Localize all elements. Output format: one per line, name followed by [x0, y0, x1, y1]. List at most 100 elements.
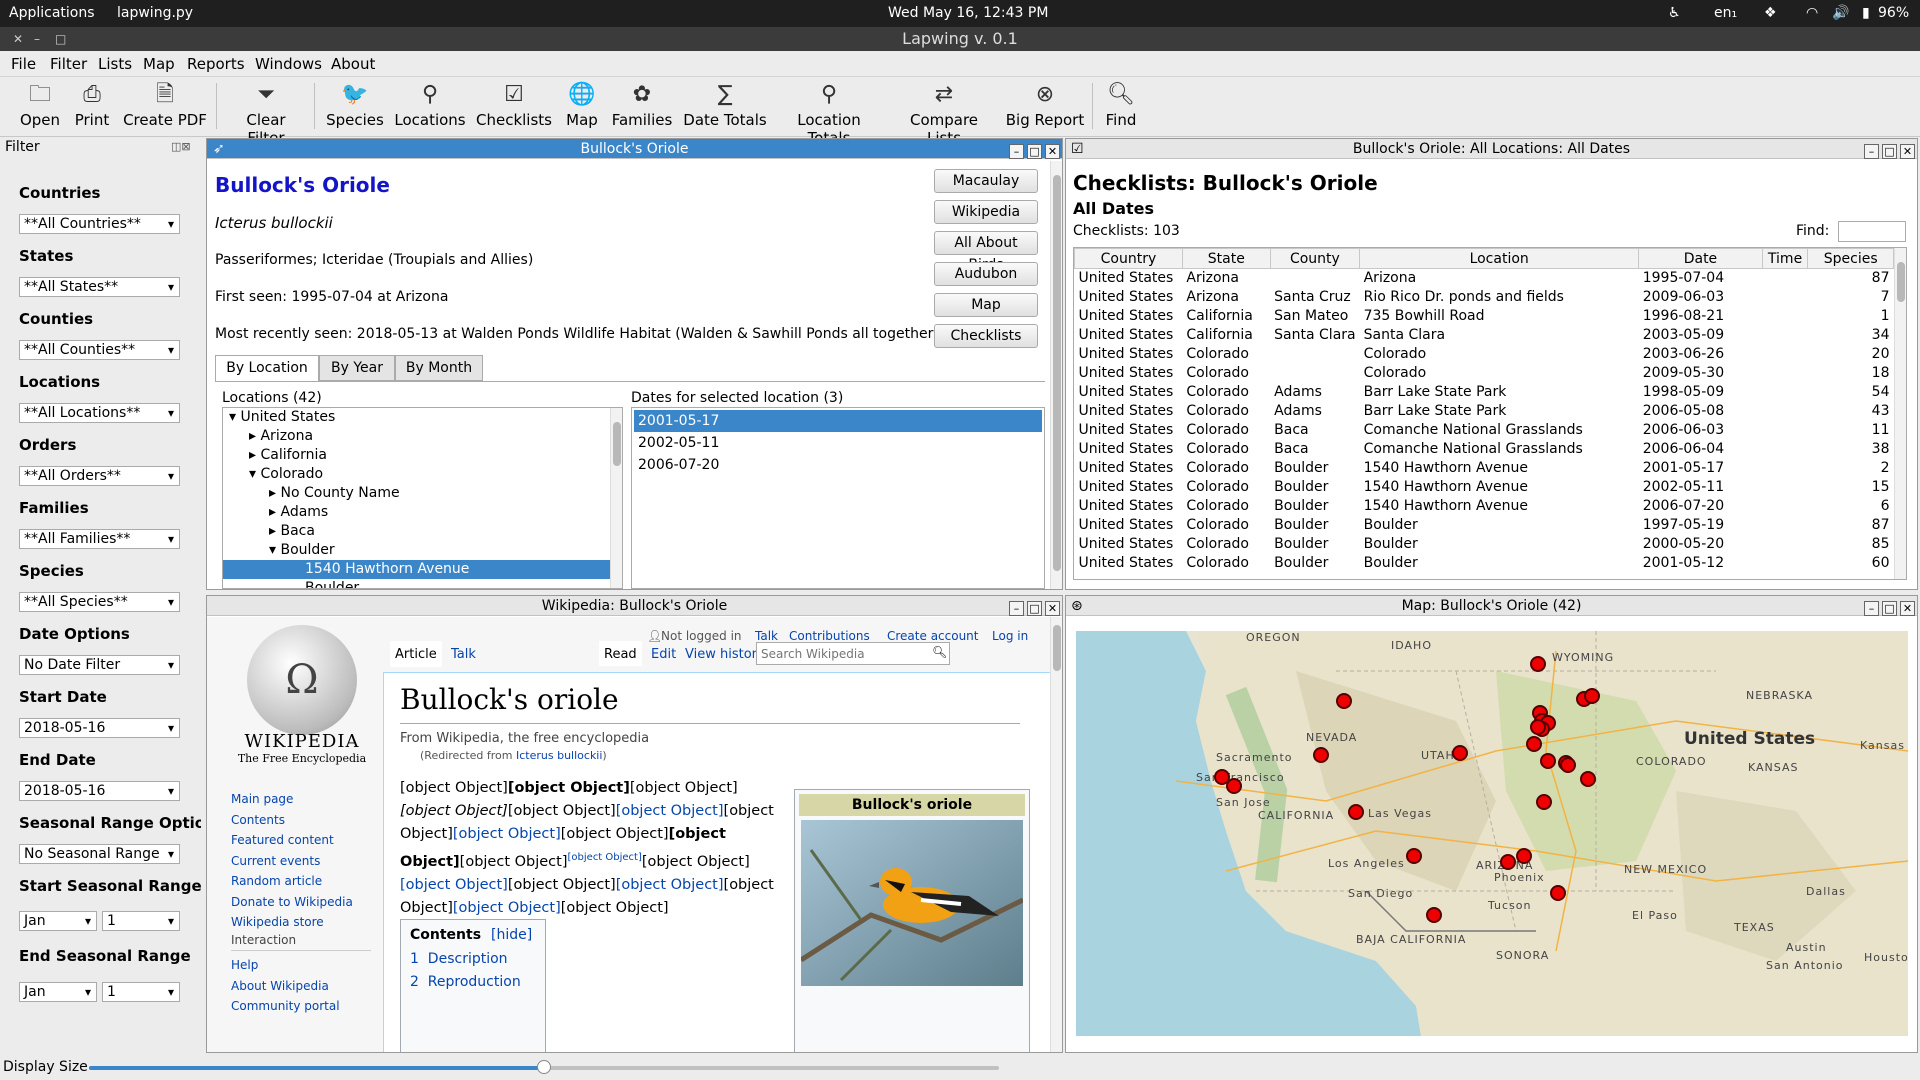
menu-map[interactable]: Map: [143, 55, 175, 73]
wikipedia-window-titlebar[interactable]: Wikipedia: Bullock's Oriole – □ ✕: [207, 596, 1062, 616]
log-in-link[interactable]: Log in: [992, 629, 1028, 643]
maximize-icon[interactable]: □: [1027, 144, 1042, 159]
wiki-search-input[interactable]: [756, 642, 950, 665]
maximize-icon[interactable]: □: [1027, 601, 1042, 616]
maximize-window-icon[interactable]: □: [55, 27, 66, 51]
wiki-nav-link[interactable]: Help: [231, 955, 340, 976]
tree-item-location-selected[interactable]: 1540 Hawthorn Avenue: [223, 560, 610, 579]
volume-icon[interactable]: 🔊: [1832, 5, 1849, 21]
tree-item-state[interactable]: ▸ Arizona: [223, 427, 610, 446]
tree-item-county[interactable]: ▸ No County Name: [223, 484, 610, 503]
table-row[interactable]: United States Colorado Baca Comanche Nation…: [1075, 440, 1894, 459]
minimize-icon[interactable]: –: [1864, 144, 1879, 159]
date-item[interactable]: 2002-05-11: [634, 432, 1042, 454]
toc-reproduction[interactable]: 2 Reproduction: [410, 974, 521, 990]
wikipedia-globe-logo[interactable]: Ω: [247, 625, 357, 735]
end-date-picker[interactable]: 2018-05-16: [19, 781, 180, 801]
tab-edit[interactable]: Edit: [646, 641, 681, 666]
audubon-button[interactable]: Audubon: [934, 262, 1038, 286]
sighting-marker[interactable]: [1584, 688, 1600, 704]
slider-handle[interactable]: [537, 1060, 551, 1074]
tab-wiki-talk[interactable]: Talk: [446, 641, 481, 666]
date-options-dropdown[interactable]: No Date Filter: [19, 655, 180, 675]
date-item-selected[interactable]: 2001-05-17: [634, 410, 1042, 432]
map-button[interactable]: Map: [934, 293, 1038, 317]
applications-menu[interactable]: Applications: [9, 5, 95, 21]
wiki-scrollbar[interactable]: [1050, 617, 1062, 1052]
date-item[interactable]: 2006-07-20: [634, 454, 1042, 476]
tree-scrollbar[interactable]: [610, 408, 622, 588]
wiki-nav-link[interactable]: Contents: [231, 810, 353, 831]
table-row[interactable]: United States Colorado Boulder 1540 Hawthor…: [1075, 497, 1894, 516]
expanded-arrow-icon[interactable]: ▾: [249, 466, 260, 482]
sighting-marker[interactable]: [1526, 736, 1542, 752]
table-row[interactable]: United States Colorado Boulder Boulder 2000-…: [1075, 535, 1894, 554]
redirect-link[interactable]: Icterus bullockii: [516, 749, 602, 762]
tab-article[interactable]: Article: [390, 641, 442, 667]
tab-read[interactable]: Read: [599, 641, 642, 666]
wiki-nav-link[interactable]: Wikipedia store: [231, 912, 353, 933]
table-row[interactable]: United States Arizona Santa Cruz Rio Rico D…: [1075, 288, 1894, 307]
expanded-arrow-icon[interactable]: ▾: [229, 409, 240, 425]
tab-by-location[interactable]: By Location: [215, 355, 319, 381]
tree-item-state[interactable]: ▾ Colorado: [223, 465, 610, 484]
wiki-nav-link[interactable]: Current events: [231, 851, 353, 872]
species-dropdown[interactable]: **All Species**: [19, 592, 180, 612]
close-icon[interactable]: ✕: [1900, 601, 1915, 616]
col-time[interactable]: Time: [1761, 248, 1809, 269]
minimize-icon[interactable]: –: [1009, 601, 1024, 616]
checklists-window-titlebar[interactable]: ☑ Bullock's Oriole: All Locations: All D…: [1066, 139, 1917, 159]
counties-dropdown[interactable]: **All Counties**: [19, 340, 180, 360]
tree-item-county[interactable]: ▸ Adams: [223, 503, 610, 522]
find-button[interactable]: 🔍︎ Find: [1100, 81, 1142, 129]
table-row[interactable]: United States Colorado Colorado 2003-06-26 2…: [1075, 345, 1894, 364]
tree-item-county[interactable]: ▸ Baca: [223, 522, 610, 541]
menu-about[interactable]: About: [331, 55, 375, 73]
maximize-icon[interactable]: □: [1882, 601, 1897, 616]
maximize-icon[interactable]: □: [1882, 144, 1897, 159]
col-location[interactable]: Location: [1359, 248, 1640, 269]
language-indicator[interactable]: en₁: [1714, 5, 1737, 21]
families-button[interactable]: ✿ Families: [609, 81, 675, 129]
tree-item-state[interactable]: ▸ California: [223, 446, 610, 465]
orders-dropdown[interactable]: **All Orders**: [19, 466, 180, 486]
sighting-marker[interactable]: [1406, 848, 1422, 864]
search-icon[interactable]: 🔍︎: [932, 645, 947, 659]
table-row[interactable]: United States Colorado Colorado 2009-05-30 1…: [1075, 364, 1894, 383]
sighting-marker[interactable]: [1580, 771, 1596, 787]
bullocks-oriole-photo[interactable]: [801, 820, 1023, 986]
wiki-nav-link[interactable]: About Wikipedia: [231, 976, 340, 997]
collapsed-arrow-icon[interactable]: ▸: [249, 428, 260, 444]
hide-toc-link[interactable]: [hide]: [491, 927, 532, 943]
menu-filter[interactable]: Filter: [50, 55, 87, 73]
table-row[interactable]: United States Colorado Boulder Boulder 2001-…: [1075, 554, 1894, 573]
toc-description[interactable]: 1 Description: [410, 951, 508, 967]
sighting-marker[interactable]: [1226, 778, 1242, 794]
table-row[interactable]: United States Arizona Arizona 1995-07-04 87: [1075, 269, 1894, 288]
wiki-nav-link[interactable]: Featured content: [231, 830, 353, 851]
sighting-marker[interactable]: [1348, 804, 1364, 820]
collapsed-arrow-icon[interactable]: ▸: [269, 504, 280, 520]
sighting-marker[interactable]: [1530, 719, 1546, 735]
wiki-inline-link[interactable]: [object Object]: [616, 877, 724, 893]
contributions-link[interactable]: Contributions: [789, 629, 870, 643]
create-pdf-button[interactable]: 🗎 Create PDF: [122, 81, 208, 129]
end-day-dropdown[interactable]: 1: [102, 982, 180, 1002]
battery-icon[interactable]: ▮: [1862, 5, 1870, 21]
table-row[interactable]: United States Colorado Baca Comanche Nation…: [1075, 421, 1894, 440]
sighting-marker[interactable]: [1550, 885, 1566, 901]
sighting-marker[interactable]: [1336, 693, 1352, 709]
wiki-inline-link[interactable]: [object Object]: [568, 852, 642, 863]
clock[interactable]: Wed May 16, 12:43 PM: [888, 5, 1048, 21]
tree-item-location[interactable]: Boulder: [223, 579, 610, 588]
all-about-birds-button[interactable]: All About Birds: [934, 231, 1038, 273]
wifi-icon[interactable]: ◠: [1806, 5, 1818, 21]
checklists-button[interactable]: Checklists: [934, 324, 1038, 348]
locations-button[interactable]: ⚲ Locations: [394, 81, 466, 129]
wiki-inline-link[interactable]: [object Object]: [453, 900, 561, 916]
tree-item-county[interactable]: ▾ Boulder: [223, 541, 610, 560]
macaulay-button[interactable]: Macaulay: [934, 169, 1038, 193]
families-dropdown[interactable]: **All Families**: [19, 529, 180, 549]
close-icon[interactable]: ✕: [1900, 144, 1915, 159]
table-row[interactable]: United States California San Mateo 735 Bowh…: [1075, 307, 1894, 326]
